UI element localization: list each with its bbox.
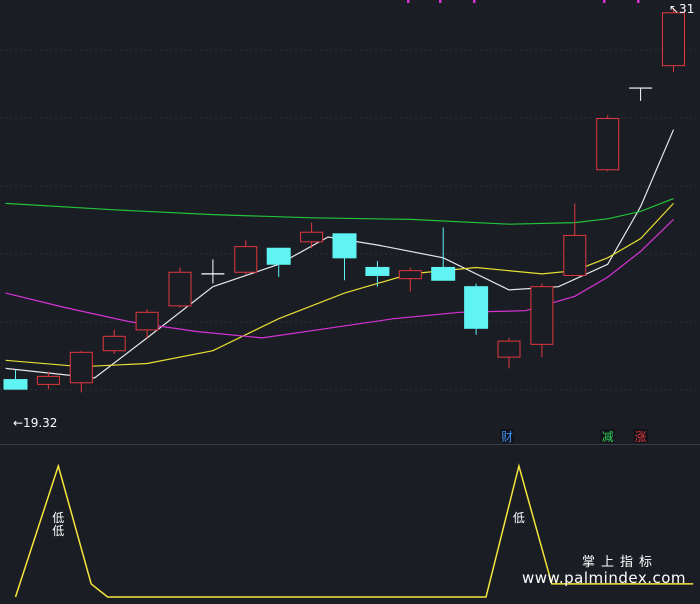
candle-body — [69, 351, 93, 384]
candle-body — [563, 234, 587, 276]
candle — [266, 247, 291, 278]
signal-badge: 减 — [600, 429, 615, 444]
candle — [300, 222, 324, 249]
top-marker — [439, 0, 442, 3]
candle — [3, 369, 28, 390]
signal-badge: 涨 — [633, 429, 648, 444]
candle — [398, 267, 422, 292]
candle-body — [365, 266, 390, 276]
top-marker — [473, 0, 476, 3]
candle-body — [662, 12, 685, 67]
badge-text: 减 — [602, 430, 614, 444]
candle-body — [596, 118, 620, 171]
badge-text: 财 — [501, 430, 513, 444]
low-price-label: ←19.32 — [13, 416, 57, 430]
indicator-label: 低 — [52, 524, 64, 538]
price-labels: ←19.32 ↖31 — [13, 2, 694, 430]
top-marker — [637, 0, 640, 3]
indicator-label: 低 — [52, 511, 64, 525]
candle-body — [234, 246, 258, 273]
candle — [135, 309, 159, 338]
candle-body — [102, 335, 126, 352]
candle-body — [300, 231, 324, 243]
candle — [563, 203, 587, 276]
top-marker — [407, 0, 410, 3]
ma-line-ma-green — [5, 198, 674, 225]
candle-body — [168, 271, 192, 307]
candle — [234, 240, 258, 275]
candle — [662, 8, 685, 73]
signal-badge: 财 — [500, 429, 514, 444]
candle — [497, 337, 521, 369]
candle — [596, 115, 620, 172]
candle — [102, 329, 126, 354]
candle-body — [36, 375, 60, 385]
candle-body — [3, 379, 28, 390]
watermark-url: www.palmindex.com — [521, 569, 686, 587]
stock-chart: ←19.32 ↖31 财减涨 低低低 掌上指标 www.palmindex.com — [0, 0, 700, 600]
candle — [530, 283, 554, 358]
top-marker — [603, 0, 606, 3]
candle — [332, 233, 357, 281]
candle-body — [431, 266, 456, 281]
candle-body — [266, 247, 291, 265]
chart-canvas: ←19.32↖31 财减涨 低低低 — [0, 0, 700, 598]
candle — [201, 259, 225, 284]
candlesticks — [3, 8, 685, 393]
indicator-label: 低 — [513, 511, 525, 525]
candle — [629, 87, 653, 101]
candle-body — [398, 270, 422, 280]
candle-body — [530, 286, 554, 345]
candle-body — [135, 311, 159, 331]
watermark-brand: 掌上指标 — [581, 555, 658, 570]
top-markers — [407, 0, 640, 3]
candle — [464, 283, 489, 335]
badge-text: 涨 — [635, 429, 647, 444]
candle-body — [497, 340, 521, 358]
candle — [365, 261, 390, 287]
candle — [69, 350, 93, 393]
candle-body — [464, 286, 489, 329]
candle-body — [332, 233, 357, 259]
signal-badges: 财减涨 — [500, 429, 648, 444]
high-price-label: ↖31 — [669, 2, 694, 16]
candle — [168, 267, 192, 308]
